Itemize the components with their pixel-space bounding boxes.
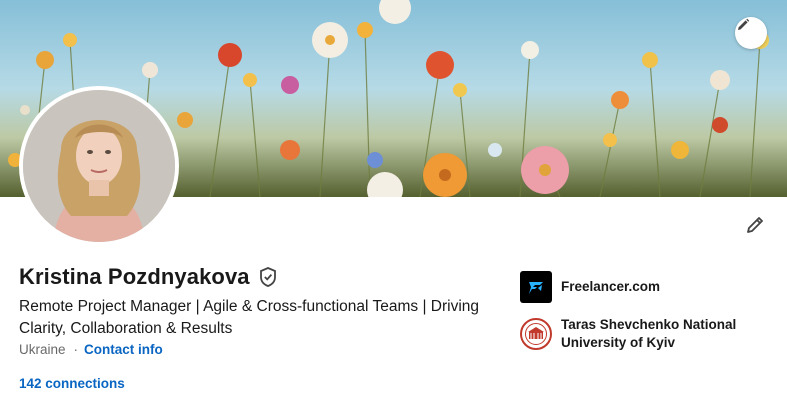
name-row: Kristina Pozdnyakova bbox=[19, 264, 278, 290]
profile-photo-image bbox=[23, 90, 175, 242]
company-name: Freelancer.com bbox=[561, 279, 661, 294]
school-name-line2: University of Kyiv bbox=[561, 335, 676, 350]
location-row: Ukraine · Contact info bbox=[19, 342, 163, 357]
edit-intro-button[interactable] bbox=[740, 210, 770, 240]
profile-photo[interactable] bbox=[19, 86, 179, 246]
separator: · bbox=[73, 342, 79, 357]
profile-headline: Remote Project Manager | Agile & Cross-f… bbox=[19, 298, 480, 337]
school-name: Taras Shevchenko National University of … bbox=[561, 316, 736, 352]
verified-shield-icon[interactable] bbox=[258, 266, 278, 288]
freelancer-logo-icon bbox=[520, 271, 552, 303]
current-company[interactable]: Freelancer.com bbox=[520, 271, 660, 303]
pencil-icon bbox=[744, 214, 766, 236]
education-school[interactable]: Taras Shevchenko National University of … bbox=[520, 316, 736, 352]
school-name-line1: Taras Shevchenko National bbox=[561, 317, 737, 332]
profile-name: Kristina Pozdnyakova bbox=[19, 264, 250, 289]
university-seal-icon bbox=[520, 318, 552, 350]
edit-banner-button[interactable] bbox=[735, 17, 767, 49]
connections-link[interactable]: 142 connections bbox=[19, 376, 125, 391]
profile-location: Ukraine bbox=[19, 342, 66, 357]
contact-info-link[interactable]: Contact info bbox=[84, 342, 163, 357]
